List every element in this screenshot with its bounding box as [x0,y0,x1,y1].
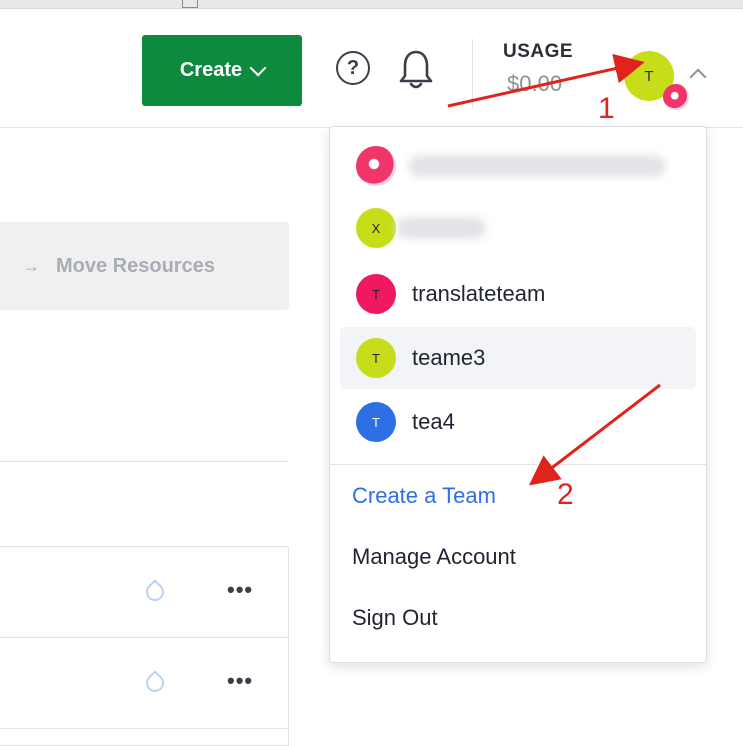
list-item: ••• [0,638,288,729]
browser-top-strip [0,0,743,9]
more-options-button[interactable]: ••• [227,668,253,694]
obscured-team-name [396,217,486,239]
create-button[interactable]: Create [142,35,302,106]
droplet-icon [142,670,168,696]
team-item-translateteam[interactable]: T translateteam [340,263,696,325]
team-avatar: T [356,274,396,314]
help-icon[interactable]: ? [336,51,370,85]
top-header: Create ? USAGE $0.00 T [0,9,743,128]
usage-label: USAGE [503,41,574,62]
usage-value: $0.00 [507,71,563,96]
annotation-number-2: 2 [557,478,574,511]
sign-out-link[interactable]: Sign Out [352,605,438,631]
arrow-right-icon: → [22,255,40,276]
tab-mark [182,0,198,8]
team-item-obscured-2[interactable]: X [340,197,696,259]
header-divider [472,39,473,109]
team-label: translateteam [412,281,546,306]
move-resources-label: Move Resources [56,254,215,277]
team-avatar-initial: X [371,220,381,236]
obscured-team-name [408,155,666,177]
team-avatar-initial: T [372,414,380,430]
team-avatar: X [356,208,396,248]
avatar-badge-icon [663,84,689,110]
chevron-down-icon [249,59,267,76]
droplet-icon [142,579,168,605]
create-team-link[interactable]: Create a Team [352,483,496,509]
content-divider [0,461,289,462]
resource-list: ••• ••• [0,546,289,746]
list-item: ••• [0,547,288,638]
avatar-initial: T [644,67,654,85]
more-options-button[interactable]: ••• [227,577,253,603]
team-label: tea4 [412,409,455,434]
team-item-teame3[interactable]: T teame3 [340,327,696,389]
team-item-obscured-1[interactable] [340,135,696,197]
account-dropdown-menu: X T translateteam T teame3 T tea4 Create… [329,126,707,663]
team-avatar: T [356,338,396,378]
chevron-up-icon[interactable] [689,68,707,86]
annotation-number-1: 1 [598,92,615,125]
team-label: teame3 [412,345,486,370]
team-avatar [356,146,396,186]
bell-icon[interactable] [398,49,434,91]
manage-account-link[interactable]: Manage Account [352,544,516,570]
team-item-tea4[interactable]: T tea4 [340,391,696,453]
team-avatar: T [356,402,396,442]
team-avatar-initial: T [372,286,380,302]
team-avatar-initial: T [372,350,380,366]
move-resources-button[interactable]: → Move Resources [0,222,289,310]
create-button-label: Create [179,59,243,81]
menu-divider [330,464,706,465]
